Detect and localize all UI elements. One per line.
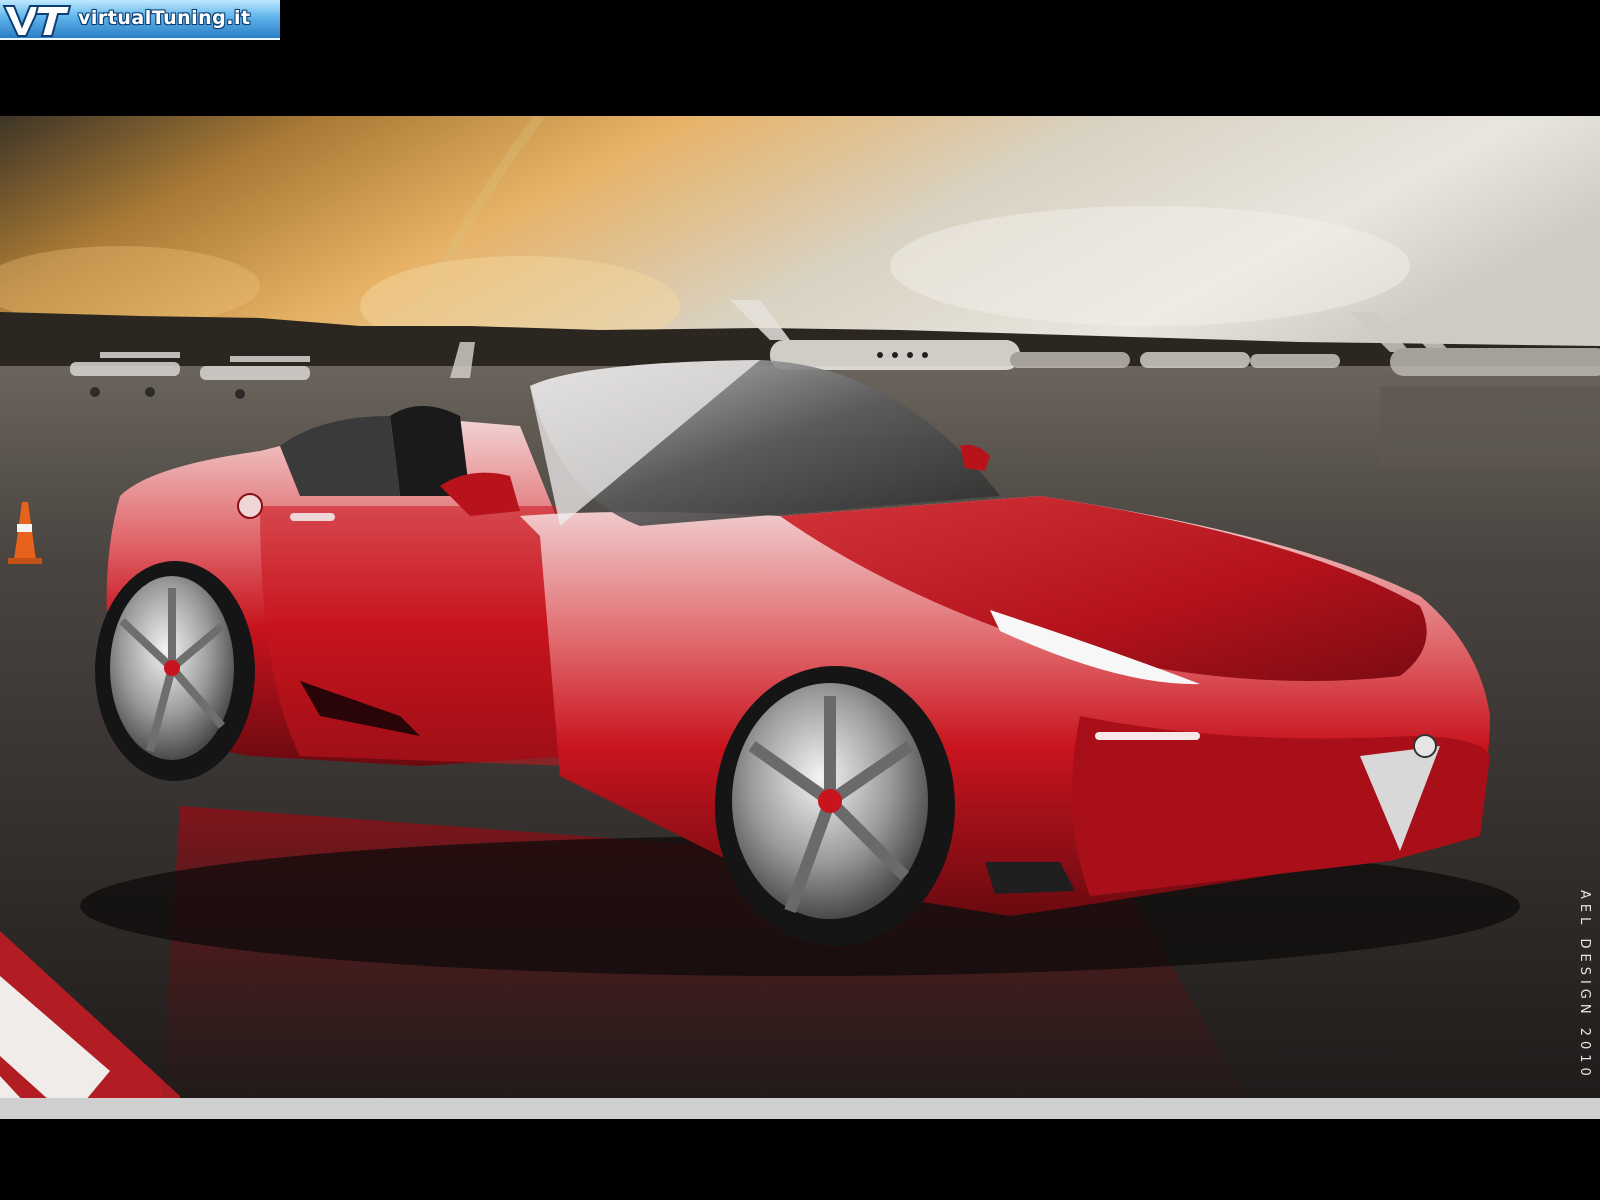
site-logo[interactable]: virtualTuning.it: [0, 0, 280, 40]
front-wheel: [715, 666, 955, 946]
rear-wheel: [95, 561, 255, 781]
brand-badge: [1413, 734, 1437, 758]
door-handle: [290, 513, 335, 521]
watermark-text: AEL DESIGN 2010: [1577, 890, 1592, 1081]
bottom-black-band: [0, 1119, 1600, 1200]
car-scene: [0, 116, 1600, 1119]
fuel-cap: [237, 493, 263, 519]
vt-logo-icon: [2, 5, 72, 37]
site-logo-text: virtualTuning.it: [78, 7, 251, 29]
car-photo: [0, 116, 1600, 1119]
frame-border: [0, 1098, 1600, 1119]
